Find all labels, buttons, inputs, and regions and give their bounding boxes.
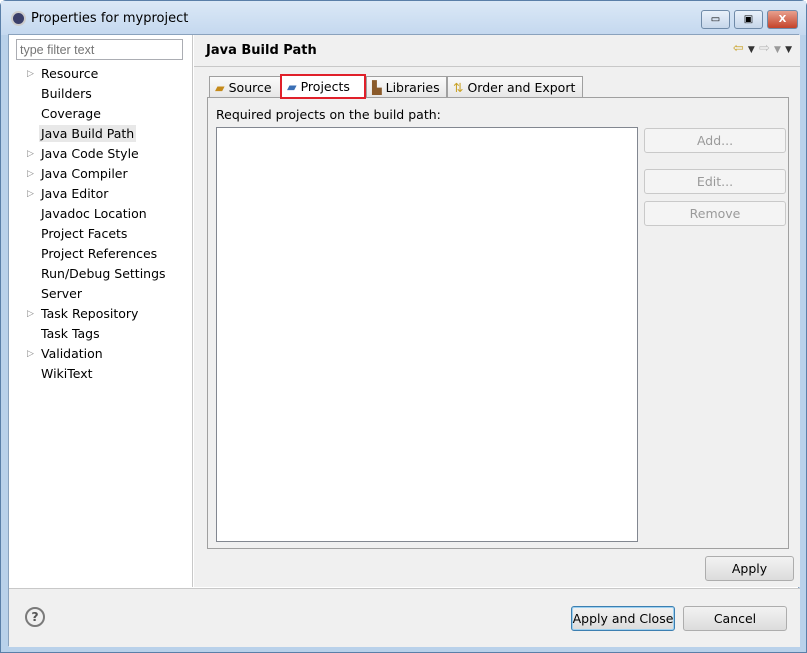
tree-item[interactable]: Project References xyxy=(9,244,166,264)
tree-item[interactable]: Builders xyxy=(9,84,166,104)
tab-label: Source xyxy=(228,80,272,95)
required-projects-label: Required projects on the build path: xyxy=(216,107,441,122)
projects-folder-icon: ▰ xyxy=(287,79,297,94)
expand-arrow-icon[interactable]: ▷ xyxy=(27,184,34,204)
edit-button[interactable]: Edit... xyxy=(644,169,786,194)
tree-item[interactable]: ▷ Validation xyxy=(9,344,166,364)
tree-item-label: Task Tags xyxy=(41,326,100,341)
navigation: ⇦ ▼ ⇨ ▼ ▼ xyxy=(733,41,792,56)
tree-item[interactable]: ▷ Resource xyxy=(9,64,166,84)
source-folder-icon: ▰ xyxy=(215,80,225,95)
tree-item[interactable]: ▷ Java Code Style xyxy=(9,144,166,164)
back-arrow-icon[interactable]: ⇦ xyxy=(733,41,744,56)
filter-input[interactable] xyxy=(16,39,183,60)
apply-button[interactable]: Apply xyxy=(705,556,794,581)
tree-item-label: Task Repository xyxy=(41,306,139,321)
tree-item[interactable]: Run/Debug Settings xyxy=(9,264,166,284)
required-projects-list[interactable] xyxy=(216,127,638,542)
tree-item-label: Project References xyxy=(41,246,158,261)
category-panel: ▷ Resource Builders Coverage Java Build Path… xyxy=(9,35,193,587)
tab-label: Projects xyxy=(300,79,350,94)
tab-order-and-export[interactable]: ⇅ Order and Export xyxy=(447,76,583,98)
page-panel: Java Build Path ⇦ ▼ ⇨ ▼ ▼ ▰ Source ▰ Pro… xyxy=(194,35,800,587)
tree-item-label: Javadoc Location xyxy=(41,206,147,221)
close-button[interactable]: X xyxy=(767,10,798,29)
tab-label: Order and Export xyxy=(467,80,576,95)
help-icon[interactable]: ? xyxy=(25,607,45,627)
back-menu-icon[interactable]: ▼ xyxy=(748,45,755,55)
tree-item-label: Java Build Path xyxy=(39,125,137,142)
tree-item-label: Coverage xyxy=(41,106,101,121)
title-bar: Properties for myproject ▭ ▣ X xyxy=(1,1,806,35)
minimize-button[interactable]: ▭ xyxy=(701,10,730,29)
window-title: Properties for myproject xyxy=(31,11,189,26)
order-export-icon: ⇅ xyxy=(453,80,464,95)
tree-item-label: Java Editor xyxy=(41,186,109,201)
dialog-body: ▷ Resource Builders Coverage Java Build Path… xyxy=(8,34,800,647)
tree-item-label: Java Compiler xyxy=(41,166,128,181)
expand-arrow-icon[interactable]: ▷ xyxy=(27,64,34,84)
expand-arrow-icon[interactable]: ▷ xyxy=(27,304,34,324)
tree-item[interactable]: ▷ Task Repository xyxy=(9,304,166,324)
apply-and-close-button[interactable]: Apply and Close xyxy=(571,606,675,631)
tree-item-label: Java Code Style xyxy=(41,146,139,161)
remove-button[interactable]: Remove xyxy=(644,201,786,226)
tree-item[interactable]: Javadoc Location xyxy=(9,204,166,224)
forward-menu-icon[interactable]: ▼ xyxy=(774,45,781,55)
tree-item[interactable]: Java Build Path xyxy=(9,124,166,144)
tree-item-label: Server xyxy=(41,286,82,301)
tab-libraries[interactable]: ▙ Libraries xyxy=(366,76,447,98)
tree-item-label: Validation xyxy=(41,346,103,361)
maximize-button[interactable]: ▣ xyxy=(734,10,763,29)
category-tree: ▷ Resource Builders Coverage Java Build Path… xyxy=(9,64,166,384)
tree-item-label: WikiText xyxy=(41,366,93,381)
tree-item[interactable]: ▷ Java Editor xyxy=(9,184,166,204)
divider xyxy=(194,66,800,67)
tab-source[interactable]: ▰ Source xyxy=(209,76,282,98)
properties-window: Properties for myproject ▭ ▣ X ▷ Resource… xyxy=(0,0,807,653)
tree-item[interactable]: Task Tags xyxy=(9,324,166,344)
tree-item[interactable]: Server xyxy=(9,284,166,304)
page-title: Java Build Path xyxy=(206,43,317,58)
button-bar: ? Apply and Close Cancel xyxy=(9,588,800,647)
tree-item-label: Resource xyxy=(41,66,99,81)
tree-item[interactable]: WikiText xyxy=(9,364,166,384)
add-button[interactable]: Add... xyxy=(644,128,786,153)
projects-tab-panel: Required projects on the build path: Add… xyxy=(207,97,789,549)
tab-label: Libraries xyxy=(385,80,440,95)
tree-item-label: Project Facets xyxy=(41,226,128,241)
tree-item-label: Builders xyxy=(41,86,92,101)
tree-item[interactable]: Project Facets xyxy=(9,224,166,244)
tree-item-label: Run/Debug Settings xyxy=(41,266,166,281)
libraries-icon: ▙ xyxy=(372,80,382,95)
cancel-button[interactable]: Cancel xyxy=(683,606,787,631)
expand-arrow-icon[interactable]: ▷ xyxy=(27,144,34,164)
tree-item[interactable]: ▷ Java Compiler xyxy=(9,164,166,184)
expand-arrow-icon[interactable]: ▷ xyxy=(27,164,34,184)
expand-arrow-icon[interactable]: ▷ xyxy=(27,344,34,364)
tab-projects[interactable]: ▰ Projects xyxy=(280,74,366,99)
forward-arrow-icon[interactable]: ⇨ xyxy=(759,41,770,56)
view-menu-icon[interactable]: ▼ xyxy=(785,45,792,55)
tree-item[interactable]: Coverage xyxy=(9,104,166,124)
eclipse-icon xyxy=(11,11,26,26)
